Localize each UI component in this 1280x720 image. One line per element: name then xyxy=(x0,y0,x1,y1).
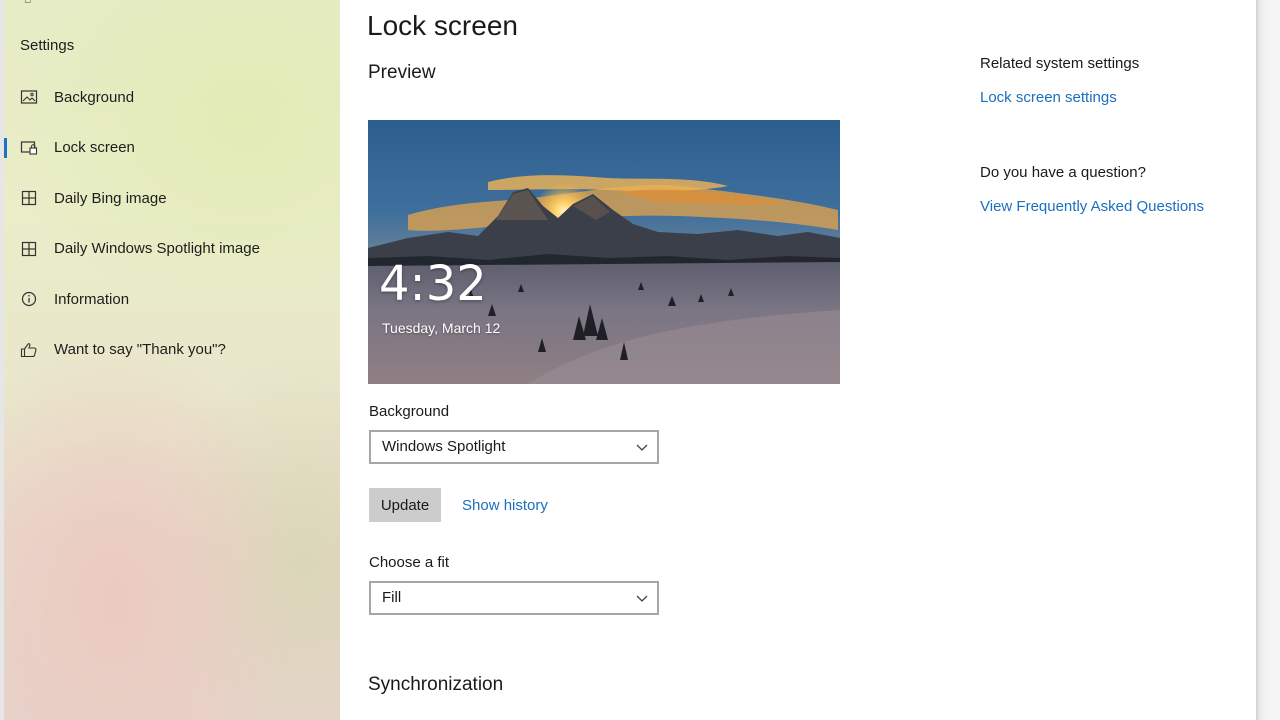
fit-dropdown[interactable]: Fill xyxy=(369,581,659,615)
sidebar-item-daily-bing-image[interactable]: Daily Bing image xyxy=(4,173,340,224)
chevron-down-icon xyxy=(635,440,649,454)
sidebar: ⌂ Settings Background Lock screen Daily … xyxy=(4,0,340,720)
sidebar-item-lock-screen[interactable]: Lock screen xyxy=(4,123,340,174)
sidebar-nav: Background Lock screen Daily Bing image … xyxy=(4,72,340,375)
lock-screen-icon xyxy=(20,139,38,157)
sidebar-item-label: Daily Bing image xyxy=(54,189,167,207)
faq-link[interactable]: View Frequently Asked Questions xyxy=(980,198,1204,215)
main-content: Lock screen Preview 4:32 Tuesday, March … xyxy=(340,0,1256,720)
fit-dropdown-value: Fill xyxy=(382,589,402,606)
landscape-image xyxy=(368,120,840,384)
sidebar-item-information[interactable]: Information xyxy=(4,274,340,325)
lock-screen-settings-link[interactable]: Lock screen settings xyxy=(980,89,1117,106)
synchronization-heading: Synchronization xyxy=(368,674,504,695)
background-label: Background xyxy=(369,403,450,420)
sidebar-item-thank-you[interactable]: Want to say "Thank you"? xyxy=(4,325,340,376)
thumbs-up-icon xyxy=(20,341,38,359)
update-button[interactable]: Update xyxy=(369,488,441,522)
lock-screen-preview: 4:32 Tuesday, March 12 xyxy=(368,120,840,384)
fit-label: Choose a fit xyxy=(369,554,450,571)
sidebar-item-label: Background xyxy=(54,88,135,106)
sidebar-item-daily-windows-spotlight-image[interactable]: Daily Windows Spotlight image xyxy=(4,224,340,275)
background-dropdown[interactable]: Windows Spotlight xyxy=(369,430,659,464)
preview-date: Tuesday, March 12 xyxy=(382,320,501,336)
preview-time: 4:32 xyxy=(379,256,487,312)
preview-heading: Preview xyxy=(368,62,436,83)
sidebar-item-label: Information xyxy=(54,290,130,308)
show-history-link[interactable]: Show history xyxy=(462,497,548,514)
image-icon xyxy=(20,88,38,106)
sidebar-title: Settings xyxy=(20,37,75,54)
sidebar-item-label: Lock screen xyxy=(54,139,135,157)
sidebar-item-label: Want to say "Thank you"? xyxy=(54,341,226,359)
info-icon xyxy=(20,290,38,308)
home-icon[interactable]: ⌂ xyxy=(24,0,38,5)
settings-window: ⌂ Settings Background Lock screen Daily … xyxy=(0,0,1256,720)
grid-icon xyxy=(20,189,38,207)
background-dropdown-value: Windows Spotlight xyxy=(382,438,506,455)
window-shadow xyxy=(1256,0,1280,720)
chevron-down-icon xyxy=(635,591,649,605)
related-settings-heading: Related system settings xyxy=(980,55,1140,72)
sidebar-item-label: Daily Windows Spotlight image xyxy=(54,240,260,258)
grid-icon xyxy=(20,240,38,258)
sidebar-item-background[interactable]: Background xyxy=(4,72,340,123)
page-title: Lock screen xyxy=(367,10,518,41)
question-heading: Do you have a question? xyxy=(980,164,1146,181)
